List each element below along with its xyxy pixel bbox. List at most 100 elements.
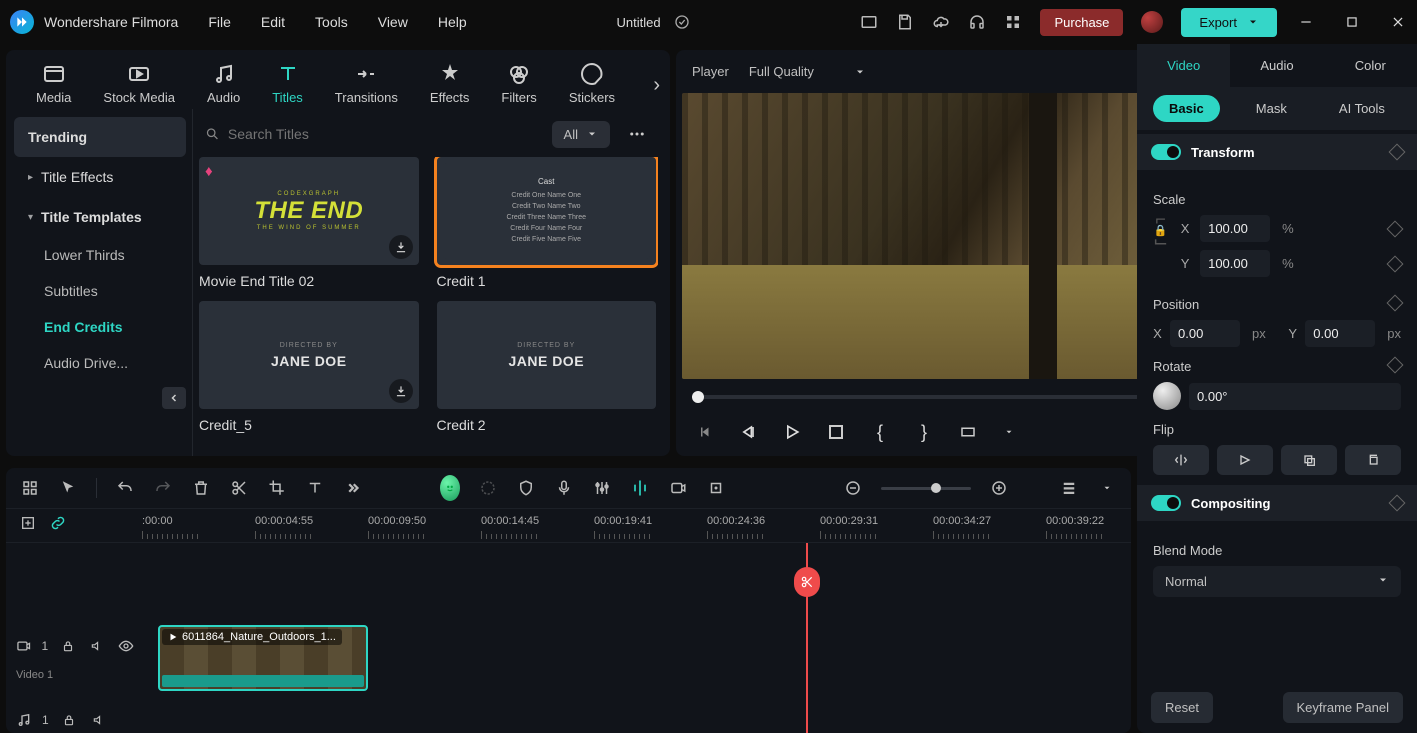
tab-media[interactable]: Media: [22, 60, 85, 107]
search-input[interactable]: [228, 126, 540, 142]
minimize-icon[interactable]: [1297, 13, 1315, 31]
menu-help[interactable]: Help: [438, 14, 467, 30]
mark-in-icon[interactable]: {: [868, 420, 892, 444]
tab-audio[interactable]: Audio: [193, 60, 254, 107]
keyframe-panel-button[interactable]: Keyframe Panel: [1283, 692, 1404, 723]
crop-icon[interactable]: [267, 478, 287, 498]
playhead[interactable]: [806, 543, 808, 733]
sidebar-subtitles[interactable]: Subtitles: [14, 273, 186, 309]
purchase-button[interactable]: Purchase: [1040, 9, 1123, 36]
mark-out-icon[interactable]: }: [912, 420, 936, 444]
rotate-copy-2-button[interactable]: [1345, 445, 1401, 475]
thumb-credit-1[interactable]: Cast Credit One Name One Credit Two Name…: [437, 157, 657, 289]
save-icon[interactable]: [896, 13, 914, 31]
rotate-copy-button[interactable]: [1281, 445, 1337, 475]
reset-button[interactable]: Reset: [1151, 692, 1213, 723]
rotate-input[interactable]: 0.00°: [1189, 383, 1401, 410]
scale-y-input[interactable]: 100.00: [1200, 250, 1270, 277]
mute-track-icon[interactable]: [87, 636, 106, 656]
more-options-button[interactable]: [620, 119, 654, 149]
track-area[interactable]: 6011864_Nature_Outdoors_1...: [146, 543, 1131, 733]
inspector-sub-mask[interactable]: Mask: [1240, 95, 1303, 122]
transform-section-header[interactable]: Transform: [1137, 134, 1417, 170]
keyframe-diamond-icon[interactable]: [1387, 357, 1404, 374]
redo-icon[interactable]: [153, 478, 173, 498]
keyframe-diamond-icon[interactable]: [1389, 495, 1406, 512]
menu-view[interactable]: View: [378, 14, 408, 30]
tab-titles[interactable]: Titles: [258, 60, 317, 107]
export-button[interactable]: Export: [1181, 8, 1277, 37]
progress-bar[interactable]: [692, 395, 1206, 399]
menu-file[interactable]: File: [208, 14, 231, 30]
sidebar-title-templates[interactable]: ▾Title Templates: [14, 197, 186, 237]
transform-toggle[interactable]: [1151, 144, 1181, 160]
zoom-slider[interactable]: [881, 487, 971, 490]
delete-icon[interactable]: [191, 478, 211, 498]
download-icon[interactable]: [389, 379, 413, 403]
scale-lock[interactable]: ⌐ 🔒 ⌙: [1153, 215, 1168, 285]
undo-icon[interactable]: [115, 478, 135, 498]
thumb-credit-2[interactable]: DIRECTED BY JANE DOE Credit 2: [437, 301, 657, 433]
track-height-icon[interactable]: [1059, 478, 1079, 498]
scissors-icon[interactable]: [229, 478, 249, 498]
headphones-icon[interactable]: [968, 13, 986, 31]
keyframe-diamond-icon[interactable]: [1387, 295, 1404, 312]
lock-track-icon[interactable]: [58, 636, 77, 656]
zoom-in-icon[interactable]: [989, 478, 1009, 498]
timeline-ruler[interactable]: :00:0000:00:04:5500:00:09:5000:00:14:450…: [6, 509, 1131, 543]
marker-icon[interactable]: [706, 478, 726, 498]
sidebar-title-effects[interactable]: ▸Title Effects: [14, 157, 186, 197]
sidebar-collapse-button[interactable]: [162, 387, 186, 409]
prev-frame-icon[interactable]: [692, 420, 716, 444]
mic-icon[interactable]: [554, 478, 574, 498]
zoom-out-icon[interactable]: [843, 478, 863, 498]
filter-dropdown[interactable]: All: [552, 121, 610, 148]
sidebar-lower-thirds[interactable]: Lower Thirds: [14, 237, 186, 273]
add-track-icon[interactable]: [18, 513, 38, 533]
download-icon[interactable]: [389, 235, 413, 259]
title-check-icon[interactable]: [673, 13, 691, 31]
layout-icon[interactable]: [860, 13, 878, 31]
tab-stickers[interactable]: Stickers: [555, 60, 629, 107]
link-icon[interactable]: [48, 513, 68, 533]
tab-filters[interactable]: Filters: [487, 60, 550, 107]
stop-icon[interactable]: [824, 420, 848, 444]
pos-x-input[interactable]: 0.00: [1170, 320, 1240, 347]
lock-track-icon[interactable]: [59, 710, 79, 730]
flip-vertical-button[interactable]: [1217, 445, 1273, 475]
flip-horizontal-button[interactable]: [1153, 445, 1209, 475]
mute-track-icon[interactable]: [89, 710, 109, 730]
tabs-next-icon[interactable]: ›: [653, 74, 660, 97]
inspector-tab-color[interactable]: Color: [1324, 44, 1417, 87]
mixer-icon[interactable]: [592, 478, 612, 498]
user-avatar[interactable]: [1141, 11, 1163, 33]
inspector-sub-ai[interactable]: AI Tools: [1323, 95, 1401, 122]
inspector-sub-basic[interactable]: Basic: [1153, 95, 1220, 122]
close-icon[interactable]: [1389, 13, 1407, 31]
tab-effects[interactable]: Effects: [416, 60, 484, 107]
keyframe-diamond-icon[interactable]: [1389, 144, 1406, 161]
quality-dropdown[interactable]: Full Quality: [743, 60, 872, 83]
play-icon[interactable]: [780, 420, 804, 444]
blend-mode-select[interactable]: Normal: [1153, 566, 1401, 597]
shield-icon[interactable]: [516, 478, 536, 498]
sidebar-trending[interactable]: Trending: [14, 117, 186, 157]
apps-icon[interactable]: [1004, 13, 1022, 31]
gear-dashed-icon[interactable]: [478, 478, 498, 498]
pos-y-input[interactable]: 0.00: [1305, 320, 1375, 347]
tab-stock-media[interactable]: Stock Media: [89, 60, 189, 107]
thumb-movie-end-title-02[interactable]: ♦ CODEXGRAPH THE END THE WIND OF SUMMER …: [199, 157, 419, 289]
cloud-icon[interactable]: [932, 13, 950, 31]
maximize-icon[interactable]: [1343, 13, 1361, 31]
menu-tools[interactable]: Tools: [315, 14, 348, 30]
play-backward-icon[interactable]: [736, 420, 760, 444]
inspector-tab-video[interactable]: Video: [1137, 44, 1230, 87]
timeline-body[interactable]: 1 Video 1 1 6011864_Nature_Outdoors_1...: [6, 543, 1131, 733]
search-box[interactable]: [203, 122, 542, 146]
text-icon[interactable]: [305, 478, 325, 498]
chevron-down-icon[interactable]: [1000, 423, 1018, 441]
compositing-section-header[interactable]: Compositing: [1137, 485, 1417, 521]
chevron-down-icon[interactable]: [1097, 478, 1117, 498]
compositing-toggle[interactable]: [1151, 495, 1181, 511]
marker-center-icon[interactable]: [630, 478, 650, 498]
